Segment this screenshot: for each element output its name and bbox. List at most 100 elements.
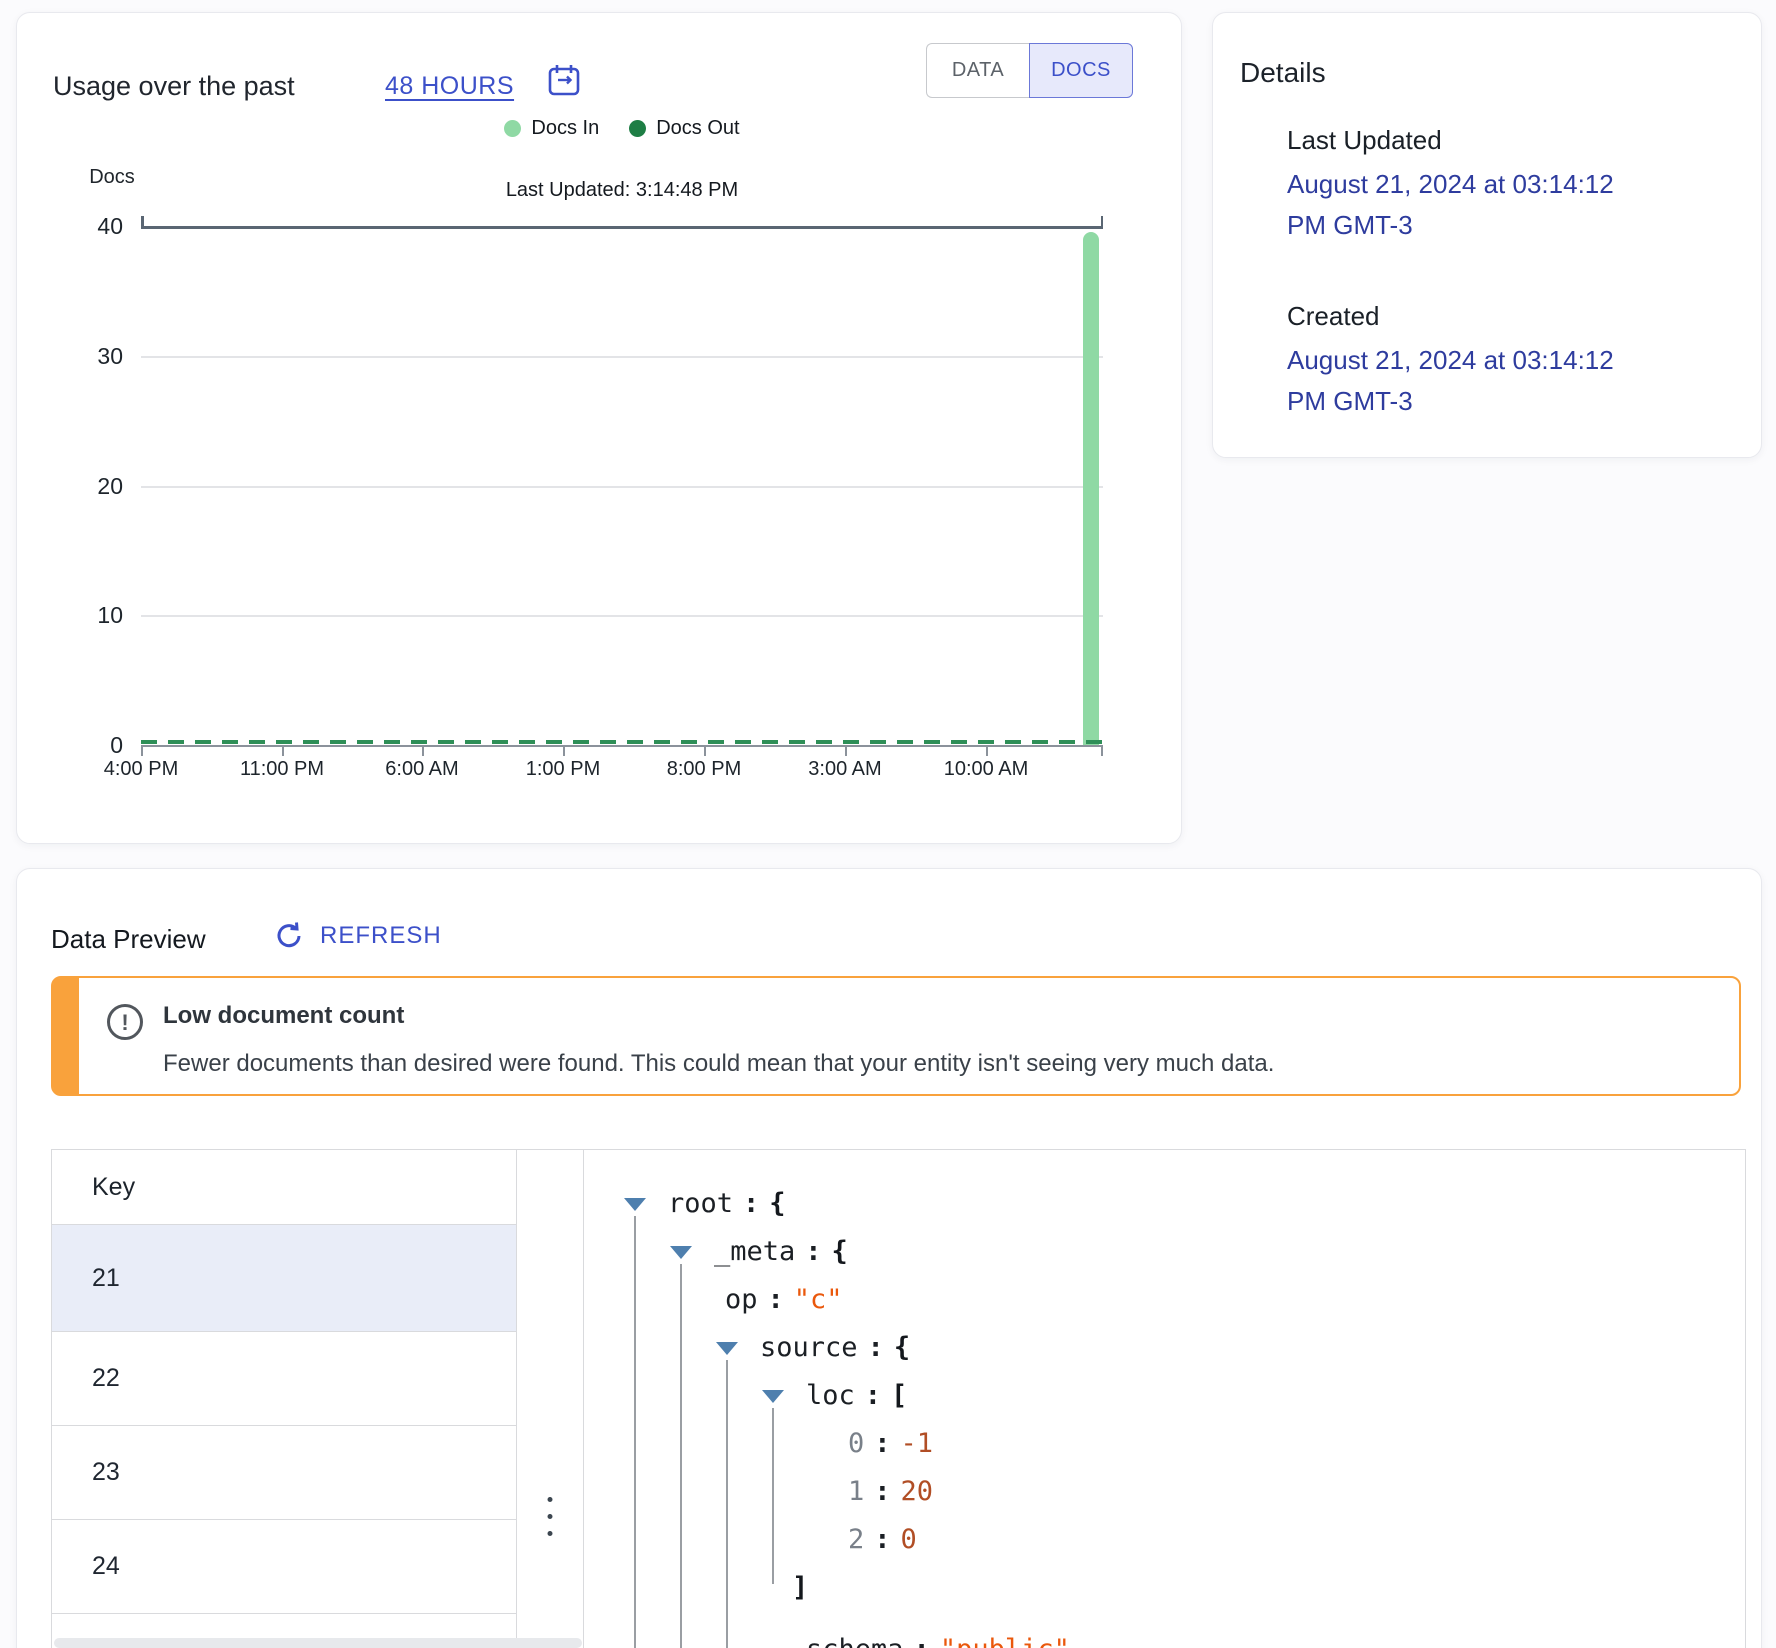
json-number-value: -1 (901, 1428, 934, 1459)
y-tick-30: 30 (35, 342, 123, 370)
json-index: 2 (848, 1524, 864, 1555)
x-tick (422, 747, 424, 756)
collapse-caret-icon[interactable] (716, 1342, 738, 1355)
docs-in-bar (1083, 232, 1099, 745)
docs-in-label: Docs In (531, 117, 599, 140)
x-tick (845, 747, 847, 756)
last-updated-value-line2: PM GMT-3 (1287, 205, 1727, 246)
x-label-6: 10:00 AM (916, 758, 1056, 781)
json-row-meta: _meta:{ (714, 1228, 848, 1276)
refresh-icon (272, 919, 306, 953)
json-index: 0 (848, 1428, 864, 1459)
key-row-24[interactable]: 24 (52, 1520, 516, 1614)
indent-guide-root (634, 1216, 636, 1648)
json-key: schema (806, 1634, 904, 1648)
collapse-caret-icon[interactable] (762, 1390, 784, 1403)
chart-legend: Docs In Docs Out (141, 117, 1103, 140)
preview-split-view: Key 21 22 23 24 root: { (51, 1149, 1746, 1648)
json-tree-panel: root:{ _meta:{ op:"c" source:{ loc:[ (584, 1150, 1745, 1648)
warning-body: Fewer documents than desired were found.… (163, 1050, 1274, 1078)
created-value-line2: PM GMT-3 (1287, 381, 1727, 422)
legend-docs-in[interactable]: Docs In (504, 117, 599, 140)
toggle-data-button[interactable]: DATA (926, 43, 1029, 98)
json-key: root (668, 1188, 733, 1219)
json-open-brace: { (832, 1236, 848, 1267)
gridline-40 (141, 226, 1103, 229)
json-row-source: source:{ (760, 1324, 910, 1372)
docs-out-label: Docs Out (656, 117, 739, 140)
chart-last-updated-caption: Last Updated: 3:14:48 PM (141, 179, 1103, 202)
x-axis-line (141, 745, 1103, 747)
x-tick (704, 747, 706, 756)
json-colon: : (874, 1476, 890, 1507)
json-row-schema-partial: schema:"public" (806, 1626, 1070, 1648)
data-preview-card: Data Preview REFRESH ! Low document coun… (16, 868, 1762, 1648)
collapse-caret-icon[interactable] (670, 1246, 692, 1259)
json-key: op (725, 1284, 758, 1315)
key-table-horizontal-scrollbar[interactable] (54, 1638, 582, 1648)
axis-end-tick-left (141, 216, 144, 228)
warning-accent-bar (53, 978, 79, 1094)
json-colon: : (874, 1428, 890, 1459)
details-card: Details Last Updated August 21, 2024 at … (1212, 12, 1762, 458)
json-open-brace: { (769, 1188, 785, 1219)
panel-resizer-gutter (517, 1150, 584, 1648)
docs-in-dot-icon (504, 120, 521, 137)
indent-guide-source (726, 1360, 728, 1648)
time-range-link[interactable]: 48 HOURS (385, 72, 514, 101)
json-string-value: "c" (794, 1284, 843, 1315)
low-document-count-warning: ! Low document count Fewer documents tha… (51, 976, 1741, 1096)
toggle-docs-button[interactable]: DOCS (1029, 43, 1133, 98)
json-colon: : (743, 1188, 759, 1219)
key-row-23[interactable]: 23 (52, 1426, 516, 1520)
y-tick-40: 40 (35, 212, 123, 240)
json-row-loc-2: 2:0 (848, 1516, 917, 1564)
last-updated-label: Last Updated (1287, 125, 1727, 156)
refresh-label: REFRESH (320, 922, 442, 950)
key-table: Key 21 22 23 24 (52, 1150, 517, 1648)
y-tick-0: 0 (35, 731, 123, 759)
json-row-loc-close: ] (792, 1564, 808, 1612)
x-label-5: 3:00 AM (775, 758, 915, 781)
docs-out-zero-line (141, 740, 1103, 744)
data-preview-title: Data Preview (51, 924, 206, 955)
x-label-0: 4:00 PM (71, 758, 211, 781)
x-tick (141, 747, 143, 756)
json-colon: : (874, 1524, 890, 1555)
key-row-22[interactable]: 22 (52, 1332, 516, 1426)
indent-guide-meta (680, 1264, 682, 1648)
json-key: source (760, 1332, 858, 1363)
json-key: loc (806, 1380, 855, 1411)
refresh-button[interactable]: REFRESH (272, 919, 442, 953)
x-label-1: 11:00 PM (212, 758, 352, 781)
created-value-line1: August 21, 2024 at 03:14:12 (1287, 340, 1727, 381)
detail-field-last-updated: Last Updated August 21, 2024 at 03:14:12… (1287, 125, 1727, 246)
usage-chart-card: Usage over the past 48 HOURS DATA DOCS D… (16, 12, 1182, 844)
json-string-value: "public" (940, 1634, 1070, 1648)
calendar-icon[interactable] (545, 61, 583, 99)
details-title: Details (1240, 57, 1326, 89)
json-colon: : (768, 1284, 784, 1315)
legend-docs-out[interactable]: Docs Out (629, 117, 739, 140)
json-row-loc-1: 1:20 (848, 1468, 933, 1516)
json-row-op: op: "c" (725, 1276, 843, 1324)
json-row-loc-0: 0: -1 (848, 1420, 933, 1468)
json-colon: : (865, 1380, 881, 1411)
detail-field-created: Created August 21, 2024 at 03:14:12 PM G… (1287, 301, 1727, 422)
x-label-2: 6:00 AM (352, 758, 492, 781)
key-column-header: Key (52, 1150, 516, 1225)
json-open-bracket: [ (891, 1380, 907, 1411)
gridline-20 (141, 486, 1103, 488)
usage-title: Usage over the past (53, 71, 295, 102)
json-open-brace: { (894, 1332, 910, 1363)
indent-guide-loc (772, 1408, 774, 1584)
x-tick (282, 747, 284, 756)
drag-handle[interactable] (548, 1485, 553, 1548)
json-key: _meta (714, 1236, 795, 1267)
key-row-21[interactable]: 21 (52, 1225, 516, 1332)
warning-title: Low document count (163, 1002, 404, 1030)
y-tick-20: 20 (35, 472, 123, 500)
collapse-caret-icon[interactable] (624, 1198, 646, 1211)
docs-out-dot-icon (629, 120, 646, 137)
json-number-value: 20 (901, 1476, 934, 1507)
